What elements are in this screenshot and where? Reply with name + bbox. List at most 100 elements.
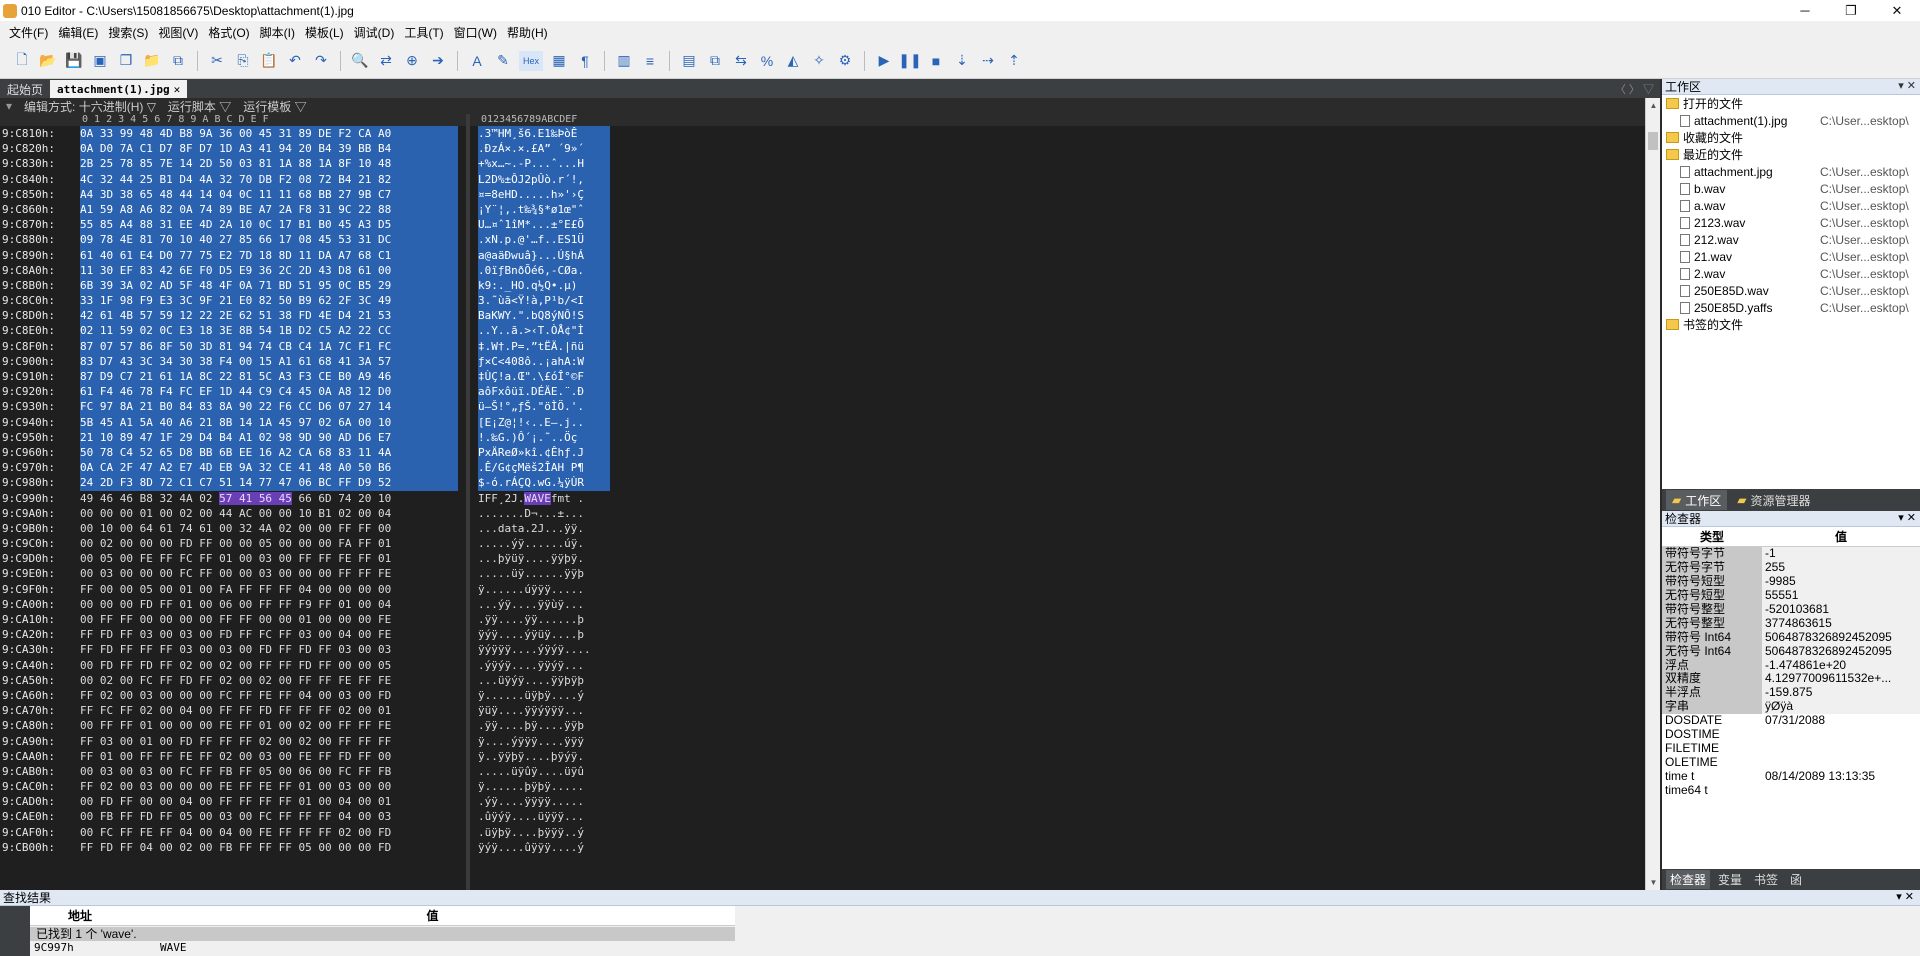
ascii-text[interactable]: $-ó.rÁÇQ.wG.¼ÿÙR: [478, 475, 610, 491]
col-type[interactable]: 类型: [1662, 527, 1762, 546]
tools-icon[interactable]: ✧: [809, 51, 829, 71]
hex-editor[interactable]: 9:C810h: 0A 33 99 48 4D B8 9A 36 00 45 31…: [0, 126, 1645, 890]
ascii-text[interactable]: ..Y..ã.>‹T.ÒÅ¢"Ì: [478, 323, 610, 339]
ascii-text[interactable]: .üÿþÿ....þÿÿÿ..ý: [478, 825, 610, 840]
cut-icon[interactable]: ✂: [207, 51, 227, 71]
hex-row[interactable]: 9:CA90h: FF 03 00 01 00 FD FF FF FF 02 00…: [0, 734, 1645, 749]
hex-bytes[interactable]: FF 02 00 03 00 00 00 FC FF FE FF 04 00 0…: [80, 688, 458, 703]
new-file-icon[interactable]: 🗋: [12, 51, 32, 71]
inspector-row[interactable]: 带符号 Int64 5064878326892452095: [1662, 630, 1920, 645]
calculator-icon[interactable]: ▤: [679, 51, 699, 71]
hex-bytes[interactable]: 00 05 00 FE FF FC FF 01 00 03 00 FF FF F…: [80, 551, 458, 566]
ascii-text[interactable]: .3™HM¸š6.E1‰ÞòÊ: [478, 126, 610, 142]
pause-icon[interactable]: ❚❚: [898, 51, 921, 71]
inspector-row[interactable]: DOSDATE 07/31/2088: [1662, 714, 1920, 728]
hex-bytes[interactable]: FF FD FF 03 00 03 00 FD FF FC FF 03 00 0…: [80, 627, 458, 642]
hex-row[interactable]: 9:C8D0h: 42 61 4B 57 59 12 22 2E 62 51 38…: [0, 308, 1645, 324]
hex-bytes[interactable]: 00 02 00 FC FF FD FF 02 00 02 00 FF FF F…: [80, 673, 458, 688]
hex-bytes[interactable]: 6B 39 3A 02 AD 5F 48 4F 0A 71 BD 51 95 0…: [80, 277, 458, 294]
ascii-text[interactable]: U…¤ˆ1îM*...±°E£Õ: [478, 217, 610, 233]
menu-edit[interactable]: 编辑(E): [53, 24, 103, 41]
hex-bytes[interactable]: 00 FD FF FD FF 02 00 02 00 FF FF FD FF 0…: [80, 658, 458, 673]
hex-row[interactable]: 9:C950h: 21 10 89 47 1F 29 D4 B4 A1 02 98…: [0, 429, 1645, 445]
recent-file-item[interactable]: 250E85D.yaffs C:\User...esktop\: [1662, 299, 1920, 316]
inspector-value[interactable]: [1762, 728, 1920, 742]
hex-bytes[interactable]: 00 FD FF 00 00 04 00 FF FF FF FF 01 00 0…: [80, 794, 458, 809]
hex-bytes[interactable]: 00 02 00 00 00 FD FF 00 00 05 00 00 00 F…: [80, 536, 458, 551]
close-button[interactable]: ✕: [1874, 0, 1920, 21]
hex-row[interactable]: 9:CB00h: FF FD FF 04 00 02 00 FB FF FF FF…: [0, 840, 1645, 855]
hex-row[interactable]: 9:C830h: 2B 25 78 85 7E 14 2D 50 03 81 1A…: [0, 156, 1645, 172]
hex-row[interactable]: 9:CAA0h: FF 01 00 FF FF FE FF 02 00 03 00…: [0, 749, 1645, 764]
hex-row[interactable]: 9:C870h: 55 85 A4 88 31 EE 4D 2A 10 0C 17…: [0, 217, 1645, 233]
ascii-text[interactable]: [E¡Z@¦!‹..E—.j..: [478, 414, 610, 430]
hex-bytes[interactable]: 00 10 00 64 61 74 61 00 32 4A 02 00 00 F…: [80, 521, 458, 536]
hex-bytes[interactable]: 0A CA 2F 47 A2 E7 4D EB 9A 32 CE 41 48 A…: [80, 460, 458, 476]
hex-row[interactable]: 9:CAD0h: 00 FD FF 00 00 04 00 FF FF FF FF…: [0, 794, 1645, 809]
save-as-icon[interactable]: ▣: [90, 51, 110, 71]
hex-bytes[interactable]: 61 F4 46 78 F4 FC EF 1D 44 C9 C4 45 0A A…: [80, 384, 458, 400]
inspector-row[interactable]: 浮点 -1.474861e+20: [1662, 658, 1920, 673]
hex-row[interactable]: 9:C820h: 0A D0 7A C1 D7 8F D7 1D A3 41 94…: [0, 141, 1645, 157]
goto-icon[interactable]: ➔: [428, 51, 448, 71]
hex-row[interactable]: 9:CA70h: FF FC FF 02 00 04 00 FF FF FD FF…: [0, 703, 1645, 718]
hex-bytes[interactable]: 2B 25 78 85 7E 14 2D 50 03 81 1A 88 1A 8…: [80, 156, 458, 172]
hex-row[interactable]: 9:C840h: 4C 32 44 25 B1 D4 4A 32 70 DB F2…: [0, 171, 1645, 187]
ascii-text[interactable]: aôFxôüï.DÉÄE.¨.Ð: [478, 384, 610, 400]
inspector-value[interactable]: ÿØÿà: [1762, 700, 1920, 715]
open-folder-icon[interactable]: 📁: [142, 51, 162, 71]
hex-bytes[interactable]: FC 97 8A 21 B0 84 83 8A 90 22 F6 CC D6 0…: [80, 399, 458, 415]
replace-icon[interactable]: ⇄: [376, 51, 396, 71]
inspector-row[interactable]: OLETIME: [1662, 756, 1920, 770]
hex-bytes[interactable]: FF 03 00 01 00 FD FF FF FF 02 00 02 00 F…: [80, 734, 458, 749]
inspector-row[interactable]: 带符号短型 -9985: [1662, 574, 1920, 589]
ascii-text[interactable]: .....üÿûÿ....üÿû: [478, 764, 610, 779]
hex-bytes[interactable]: 0A D0 7A C1 D7 8F D7 1D A3 41 94 20 B4 3…: [80, 141, 458, 157]
hex-row[interactable]: 9:C810h: 0A 33 99 48 4D B8 9A 36 00 45 31…: [0, 126, 1645, 142]
menu-debug[interactable]: 调试(D): [349, 24, 400, 41]
hex-row[interactable]: 9:C960h: 50 78 C4 52 65 D8 BB 6B EE 16 A2…: [0, 444, 1645, 461]
ascii-text[interactable]: ...þÿüÿ....ÿÿþÿ.: [478, 551, 610, 566]
redo-icon[interactable]: ↷: [311, 51, 331, 71]
hex-row[interactable]: 9:C8C0h: 33 1F 98 F9 E3 3C 9F 21 E0 82 50…: [0, 293, 1645, 309]
panel-controls[interactable]: ▾ ✕: [1896, 890, 1914, 903]
save-all-icon[interactable]: ❐: [116, 51, 136, 71]
ascii-text[interactable]: ÿ......üÿþÿ....ý: [478, 688, 610, 703]
ascii-text[interactable]: ÿýÿÿÿ....ýÿýÿ....: [478, 642, 610, 657]
hex-row[interactable]: 9:CA40h: 00 FD FF FD FF 02 00 02 00 FF FF…: [0, 658, 1645, 673]
compare-icon[interactable]: ⧉: [705, 51, 725, 71]
hex-bytes[interactable]: A4 3D 38 65 48 44 14 04 0C 11 11 68 BB 2…: [80, 186, 458, 202]
hex-row[interactable]: 9:C9E0h: 00 03 00 00 00 FC FF 00 00 03 00…: [0, 566, 1645, 581]
hex-bytes[interactable]: A1 59 A8 A6 82 0A 74 89 BE A7 2A F8 31 9…: [80, 201, 458, 218]
inspector-value[interactable]: 5064878326892452095: [1762, 630, 1920, 645]
hex-row[interactable]: 9:CA00h: 00 00 00 FD FF 01 00 06 00 FF FF…: [0, 597, 1645, 612]
col-value[interactable]: 值: [1762, 527, 1920, 546]
recent-file-item[interactable]: 212.wav C:\User...esktop\: [1662, 231, 1920, 248]
inspector-row[interactable]: 无符号短型 55551: [1662, 588, 1920, 603]
ascii-text[interactable]: ü—Š!°„ƒŠ."öÌÖ.'.: [478, 399, 610, 415]
recent-file-item[interactable]: 250E85D.wav C:\User...esktop\: [1662, 282, 1920, 299]
scroll-down-icon[interactable]: ▼: [1646, 875, 1661, 890]
inspector-value[interactable]: 55551: [1762, 588, 1920, 603]
ascii-text[interactable]: IFF¸2J.WAVEfmt .: [478, 491, 610, 506]
panel-controls[interactable]: ▾ ✕: [1898, 511, 1916, 524]
table-icon[interactable]: ▥: [614, 51, 634, 71]
inspector-row[interactable]: 半浮点 -159.875: [1662, 686, 1920, 701]
convert-icon[interactable]: ⇆: [731, 51, 751, 71]
hex-row[interactable]: 9:CAF0h: 00 FC FF FE FF 04 00 04 00 FE FF…: [0, 825, 1645, 840]
hex-row[interactable]: 9:C8E0h: 02 11 59 02 0C E3 18 3E 8B 54 1B…: [0, 323, 1645, 339]
tree-file-item[interactable]: attachment(1).jpg C:\User...esktop\: [1662, 112, 1920, 129]
hex-bytes[interactable]: 87 D9 C7 21 61 1A 8C 22 81 5C A3 F3 CE B…: [80, 369, 458, 385]
inspector-value[interactable]: 4.12977009611532e+...: [1762, 672, 1920, 687]
inspector-row[interactable]: 无符号字节 255: [1662, 560, 1920, 575]
hex-bytes[interactable]: 0A 33 99 48 4D B8 9A 36 00 45 31 89 DE F…: [80, 126, 458, 142]
vertical-scrollbar[interactable]: ▲ ▼: [1645, 98, 1660, 890]
ascii-text[interactable]: .xN.p.@'…f..ES1Ü: [478, 232, 610, 248]
tab-attachment[interactable]: attachment(1).jpg ✕: [50, 80, 188, 98]
inspector-row[interactable]: 带符号整型 -520103681: [1662, 602, 1920, 617]
hex-bytes[interactable]: 00 00 00 01 00 02 00 44 AC 00 00 10 B1 0…: [80, 506, 458, 521]
hex-bytes[interactable]: FF 02 00 03 00 00 00 FE FF FE FF 01 00 0…: [80, 779, 458, 794]
font-icon[interactable]: A: [467, 51, 487, 71]
inspector-row[interactable]: time t 08/14/2089 13:13:35: [1662, 770, 1920, 784]
checksum-icon[interactable]: %: [757, 51, 777, 71]
